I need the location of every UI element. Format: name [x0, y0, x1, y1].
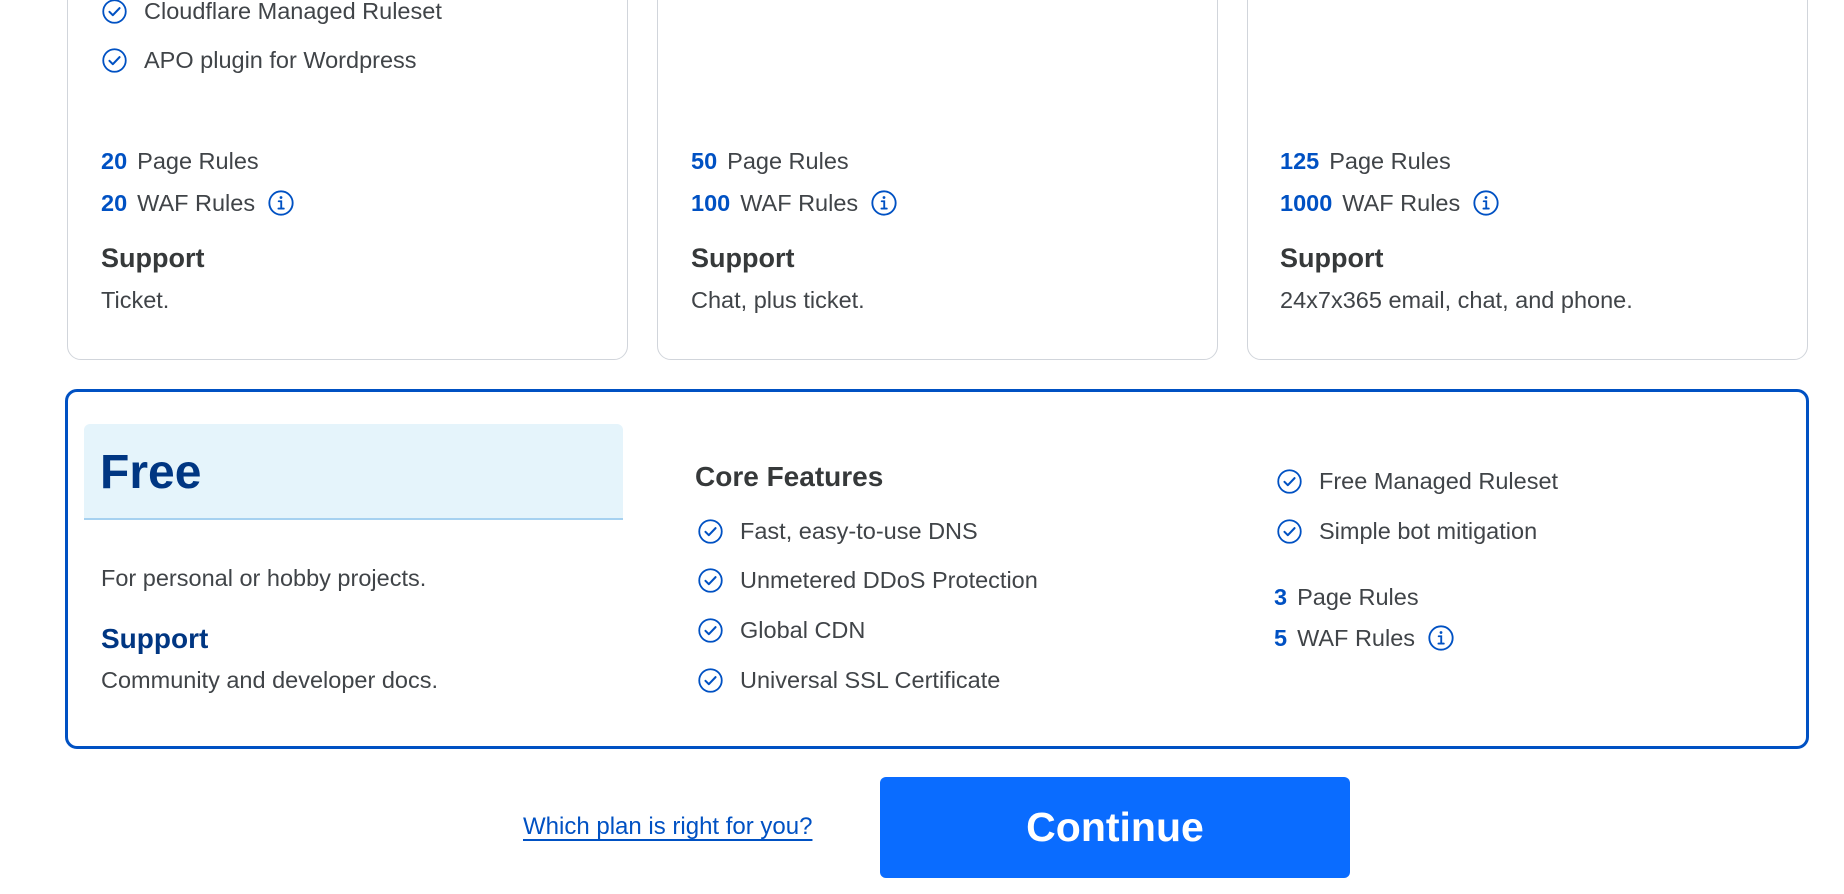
which-plan-link[interactable]: Which plan is right for you? [523, 813, 812, 841]
waf-rules: 5 WAF Rules [1274, 624, 1455, 652]
feature-item: Simple bot mitigation [1276, 518, 1537, 545]
waf-rules-count: 5 [1274, 624, 1288, 651]
feature-item: Free Managed Ruleset [1276, 468, 1558, 495]
feature-label: APO plugin for Wordpress [144, 47, 417, 73]
feature-item: Unmetered DDoS Protection [697, 567, 1038, 594]
support-heading: Support [101, 243, 205, 273]
page-rules: 125 Page Rules [1280, 148, 1451, 175]
feature-label: Unmetered DDoS Protection [740, 567, 1038, 593]
waf-rules-label: WAF Rules [740, 189, 859, 216]
feature-label: Free Managed Ruleset [1319, 468, 1559, 494]
support-text: Chat, plus ticket. [691, 287, 865, 313]
support-heading: Support [101, 623, 209, 654]
page-rules: 20 Page Rules [101, 148, 259, 175]
check-circle-icon [101, 0, 128, 25]
core-features-heading: Core Features [695, 461, 884, 492]
check-circle-icon [101, 47, 128, 74]
check-circle-icon [697, 667, 724, 694]
feature-item: Universal SSL Certificate [697, 667, 1000, 694]
feature-label: Cloudflare Managed Ruleset [144, 0, 442, 24]
info-circle-icon[interactable] [267, 189, 295, 217]
waf-rules: 100 WAF Rules [691, 189, 898, 217]
page-rules-label: Page Rules [1329, 148, 1451, 174]
plan-description: For personal or hobby projects. [101, 565, 427, 591]
page-rules: 50 Page Rules [691, 148, 849, 175]
waf-rules: 20 WAF Rules [101, 189, 295, 217]
feature-label: Universal SSL Certificate [740, 667, 1001, 693]
page-rules-label: Page Rules [727, 148, 849, 174]
waf-rules-count: 20 [101, 189, 128, 216]
support-heading: Support [1280, 243, 1384, 273]
check-circle-icon [697, 518, 724, 545]
check-circle-icon [1276, 468, 1303, 495]
check-circle-icon [697, 617, 724, 644]
page-rules-label: Page Rules [137, 148, 259, 174]
waf-rules-label: WAF Rules [137, 189, 256, 216]
feature-label: Global CDN [740, 617, 866, 643]
info-circle-icon[interactable] [870, 189, 898, 217]
feature-label: Simple bot mitigation [1319, 518, 1538, 544]
check-circle-icon [1276, 518, 1303, 545]
page-rules: 3 Page Rules [1274, 584, 1419, 611]
info-circle-icon[interactable] [1427, 624, 1455, 652]
feature-item: Cloudflare Managed Ruleset [101, 0, 442, 25]
info-circle-icon[interactable] [1472, 189, 1500, 217]
support-text: Community and developer docs. [101, 667, 439, 693]
waf-rules-label: WAF Rules [1297, 624, 1416, 651]
page-rules-count: 50 [691, 148, 718, 174]
page-rules-count: 3 [1274, 584, 1288, 610]
continue-button[interactable]: Continue [880, 777, 1350, 878]
waf-rules-count: 1000 [1280, 189, 1333, 216]
plan-title: Free [100, 446, 202, 499]
check-circle-icon [697, 567, 724, 594]
page-rules-label: Page Rules [1297, 584, 1419, 610]
waf-rules: 1000 WAF Rules [1280, 189, 1500, 217]
feature-item: Global CDN [697, 617, 865, 644]
page-rules-count: 20 [101, 148, 128, 174]
feature-item: Fast, easy-to-use DNS [697, 518, 978, 545]
support-heading: Support [691, 243, 795, 273]
waf-rules-count: 100 [691, 189, 731, 216]
feature-label: Fast, easy-to-use DNS [740, 518, 978, 544]
page-rules-count: 125 [1280, 148, 1320, 174]
support-text: 24x7x365 email, chat, and phone. [1280, 287, 1633, 313]
waf-rules-label: WAF Rules [1342, 189, 1461, 216]
feature-item: APO plugin for Wordpress [101, 47, 417, 74]
support-text: Ticket. [101, 287, 170, 313]
